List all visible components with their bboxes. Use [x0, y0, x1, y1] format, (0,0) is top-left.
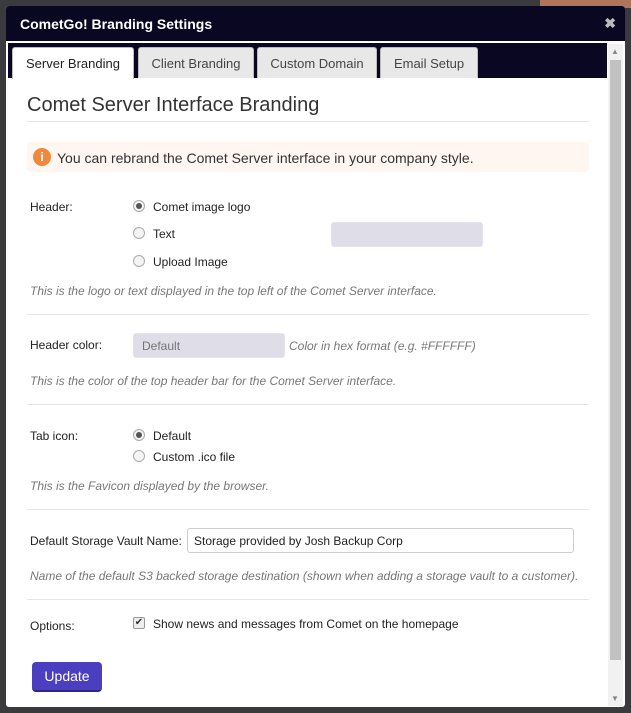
option-label: Text [153, 227, 176, 241]
vault-name-label: Default Storage Vault Name: [30, 534, 182, 548]
radio-upload-image[interactable] [133, 255, 145, 267]
divider [27, 121, 589, 122]
scroll-up-icon[interactable]: ▲ [611, 47, 619, 56]
close-icon[interactable]: ✖ [604, 15, 616, 32]
option-label: Default [153, 429, 192, 443]
branding-settings-dialog: CometGo! Branding Settings ✖ Server Bran… [6, 6, 625, 707]
header-text-input[interactable] [331, 222, 483, 247]
section-title: Comet Server Interface Branding [27, 94, 320, 116]
divider [27, 404, 589, 405]
header-color-input[interactable] [133, 333, 285, 358]
divider [27, 314, 589, 315]
radio-text[interactable] [133, 227, 145, 239]
alert-text: You can rebrand the Comet Server interfa… [57, 150, 474, 166]
options-label: Options: [30, 619, 75, 633]
header-color-label: Header color: [30, 338, 103, 352]
header-label: Header: [30, 200, 73, 214]
tab-icon-help: This is the Favicon displayed by the bro… [30, 479, 269, 493]
news-checkbox[interactable]: ✔ [133, 617, 145, 629]
radio-custom-ico[interactable] [133, 450, 145, 462]
option-label: Comet image logo [153, 200, 251, 214]
dialog-titlebar: CometGo! Branding Settings ✖ [6, 6, 625, 41]
radio-comet-logo[interactable] [133, 200, 145, 212]
tab-email-setup[interactable]: Email Setup [380, 47, 478, 78]
tab-server-branding[interactable]: Server Branding [12, 47, 134, 79]
header-color-help: This is the color of the top header bar … [30, 374, 397, 388]
tab-custom-domain[interactable]: Custom Domain [257, 47, 377, 78]
header-help: This is the logo or text displayed in th… [30, 284, 437, 298]
tab-client-branding[interactable]: Client Branding [138, 47, 254, 78]
tab-icon-label: Tab icon: [30, 429, 79, 443]
option-label: Upload Image [153, 255, 228, 269]
news-checkbox-label[interactable]: Show news and messages from Comet on the… [153, 617, 459, 631]
dialog-title: CometGo! Branding Settings [20, 16, 213, 32]
vault-help: Name of the default S3 backed storage de… [30, 569, 579, 583]
scrollbar-thumb[interactable] [610, 60, 621, 660]
header-color-hint: Color in hex format (e.g. #FFFFFF) [289, 339, 476, 353]
tab-bar: Server Branding Client Branding Custom D… [8, 43, 607, 79]
info-alert: i You can rebrand the Comet Server interf… [27, 142, 589, 172]
radio-default-icon[interactable] [133, 429, 145, 441]
divider [27, 509, 589, 510]
update-button[interactable]: Update [32, 662, 102, 692]
scroll-down-icon[interactable]: ▼ [611, 694, 619, 703]
info-icon: i [33, 148, 51, 166]
vault-name-input[interactable] [187, 528, 574, 553]
divider [27, 599, 589, 600]
scrollbar[interactable]: ▲ ▼ [608, 44, 623, 706]
option-label: Custom .ico file [153, 450, 236, 464]
